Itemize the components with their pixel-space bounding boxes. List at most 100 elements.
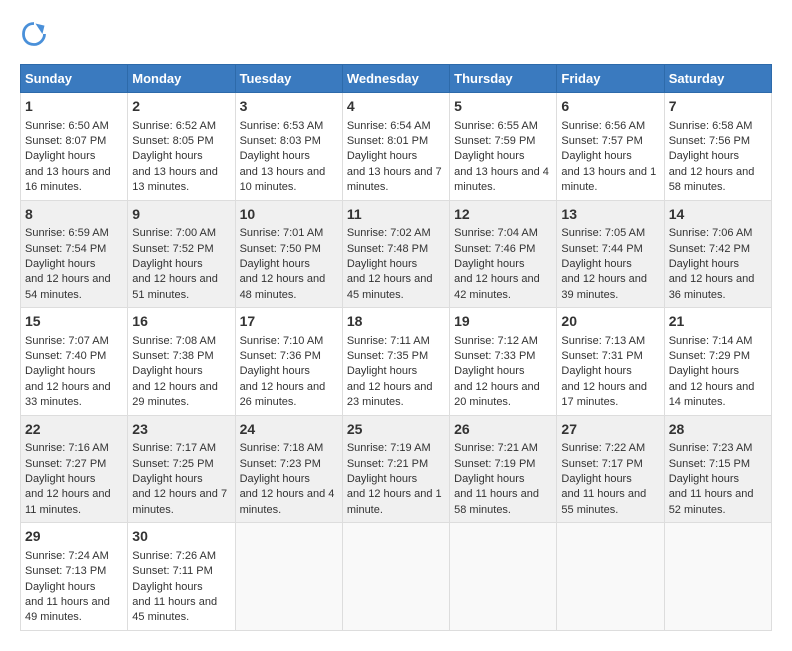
cell-text: Sunrise: 7:23 AMSunset: 7:15 PMDaylight …: [669, 442, 754, 516]
col-tuesday: Tuesday: [235, 65, 342, 93]
day-number: 14: [669, 205, 767, 225]
day-number: 2: [132, 97, 230, 117]
day-number: 30: [132, 527, 230, 547]
calendar-cell: 27Sunrise: 7:22 AMSunset: 7:17 PMDayligh…: [557, 415, 664, 523]
day-number: 13: [561, 205, 659, 225]
cell-text: Sunrise: 6:53 AMSunset: 8:03 PMDaylight …: [240, 120, 326, 194]
calendar-cell: 17 Sunrise: 7:10 AMSunset: 7:36 PMDayligh…: [235, 308, 342, 416]
calendar-row: 8Sunrise: 6:59 AMSunset: 7:54 PMDaylight…: [21, 200, 772, 308]
cell-text: Sunrise: 7:26 AMSunset: 7:11 PMDaylight …: [132, 550, 217, 624]
calendar-cell: 24Sunrise: 7:18 AMSunset: 7:23 PMDayligh…: [235, 415, 342, 523]
day-number: 26: [454, 420, 552, 440]
calendar-cell: 11Sunrise: 7:02 AMSunset: 7:48 PMDayligh…: [342, 200, 449, 308]
day-number: 3: [240, 97, 338, 117]
cell-text: Sunrise: 6:59 AMSunset: 7:54 PMDaylight …: [25, 227, 111, 301]
day-number: 22: [25, 420, 123, 440]
cell-text: Sunrise: 7:06 AMSunset: 7:42 PMDaylight …: [669, 227, 755, 301]
calendar-table: Sunday Monday Tuesday Wednesday Thursday…: [20, 64, 772, 631]
page-header: [20, 20, 772, 48]
calendar-cell: 10Sunrise: 7:01 AMSunset: 7:50 PMDayligh…: [235, 200, 342, 308]
calendar-cell: 26Sunrise: 7:21 AMSunset: 7:19 PMDayligh…: [450, 415, 557, 523]
cell-text: Sunrise: 7:16 AMSunset: 7:27 PMDaylight …: [25, 442, 111, 516]
day-number: 25: [347, 420, 445, 440]
calendar-cell: 12Sunrise: 7:04 AMSunset: 7:46 PMDayligh…: [450, 200, 557, 308]
cell-text: Sunrise: 7:19 AMSunset: 7:21 PMDaylight …: [347, 442, 442, 516]
calendar-cell: 20 Sunrise: 7:13 AMSunset: 7:31 PMDayligh…: [557, 308, 664, 416]
calendar-cell: 5Sunrise: 6:55 AMSunset: 7:59 PMDaylight…: [450, 93, 557, 201]
calendar-cell: 18 Sunrise: 7:11 AMSunset: 7:35 PMDayligh…: [342, 308, 449, 416]
calendar-row: 15Sunrise: 7:07 AMSunset: 7:40 PMDayligh…: [21, 308, 772, 416]
cell-text: Sunrise: 7:13 AMSunset: 7:31 PMDaylight …: [561, 335, 647, 409]
cell-text: Sunrise: 7:22 AMSunset: 7:17 PMDaylight …: [561, 442, 646, 516]
logo-icon: [20, 20, 48, 48]
cell-text: Sunrise: 7:21 AMSunset: 7:19 PMDaylight …: [454, 442, 539, 516]
day-number: 11: [347, 205, 445, 225]
calendar-row: 29Sunrise: 7:24 AMSunset: 7:13 PMDayligh…: [21, 523, 772, 631]
cell-text: Sunrise: 7:00 AMSunset: 7:52 PMDaylight …: [132, 227, 218, 301]
day-number: 16: [132, 312, 230, 332]
calendar-cell: 13Sunrise: 7:05 AMSunset: 7:44 PMDayligh…: [557, 200, 664, 308]
calendar-row: 22Sunrise: 7:16 AMSunset: 7:27 PMDayligh…: [21, 415, 772, 523]
day-number: 21: [669, 312, 767, 332]
cell-text: Sunrise: 6:56 AMSunset: 7:57 PMDaylight …: [561, 120, 656, 194]
day-number: 19: [454, 312, 552, 332]
logo: [20, 20, 54, 48]
cell-text: Sunrise: 6:54 AMSunset: 8:01 PMDaylight …: [347, 120, 442, 194]
day-number: 17: [240, 312, 338, 332]
col-wednesday: Wednesday: [342, 65, 449, 93]
calendar-cell: 4 Sunrise: 6:54 AMSunset: 8:01 PMDaylight…: [342, 93, 449, 201]
calendar-cell: 7 Sunrise: 6:58 AMSunset: 7:56 PMDaylight…: [664, 93, 771, 201]
calendar-cell: 8Sunrise: 6:59 AMSunset: 7:54 PMDaylight…: [21, 200, 128, 308]
cell-text: Sunrise: 7:17 AMSunset: 7:25 PMDaylight …: [132, 442, 227, 516]
calendar-cell: 25Sunrise: 7:19 AMSunset: 7:21 PMDayligh…: [342, 415, 449, 523]
day-number: 6: [561, 97, 659, 117]
cell-text: Sunrise: 7:18 AMSunset: 7:23 PMDaylight …: [240, 442, 335, 516]
calendar-cell: [235, 523, 342, 631]
calendar-cell: 28Sunrise: 7:23 AMSunset: 7:15 PMDayligh…: [664, 415, 771, 523]
cell-text: Sunrise: 7:12 AMSunset: 7:33 PMDaylight …: [454, 335, 540, 409]
calendar-cell: [450, 523, 557, 631]
cell-text: Sunrise: 6:55 AMSunset: 7:59 PMDaylight …: [454, 120, 549, 194]
calendar-cell: 16 Sunrise: 7:08 AMSunset: 7:38 PMDayligh…: [128, 308, 235, 416]
cell-text: Sunrise: 6:50 AMSunset: 8:07 PMDaylight …: [25, 120, 111, 194]
calendar-cell: 15Sunrise: 7:07 AMSunset: 7:40 PMDayligh…: [21, 308, 128, 416]
col-saturday: Saturday: [664, 65, 771, 93]
calendar-cell: 14Sunrise: 7:06 AMSunset: 7:42 PMDayligh…: [664, 200, 771, 308]
calendar-cell: [342, 523, 449, 631]
cell-text: Sunrise: 6:52 AMSunset: 8:05 PMDaylight …: [132, 120, 218, 194]
day-number: 7: [669, 97, 767, 117]
day-number: 9: [132, 205, 230, 225]
col-sunday: Sunday: [21, 65, 128, 93]
calendar-header-row: Sunday Monday Tuesday Wednesday Thursday…: [21, 65, 772, 93]
cell-text: Sunrise: 7:02 AMSunset: 7:48 PMDaylight …: [347, 227, 433, 301]
calendar-cell: 3 Sunrise: 6:53 AMSunset: 8:03 PMDaylight…: [235, 93, 342, 201]
day-number: 29: [25, 527, 123, 547]
calendar-row: 1Sunrise: 6:50 AMSunset: 8:07 PMDaylight…: [21, 93, 772, 201]
col-monday: Monday: [128, 65, 235, 93]
calendar-cell: [557, 523, 664, 631]
cell-text: Sunrise: 6:58 AMSunset: 7:56 PMDaylight …: [669, 120, 755, 194]
cell-text: Sunrise: 7:01 AMSunset: 7:50 PMDaylight …: [240, 227, 326, 301]
calendar-cell: [664, 523, 771, 631]
day-number: 18: [347, 312, 445, 332]
day-number: 12: [454, 205, 552, 225]
cell-text: Sunrise: 7:11 AMSunset: 7:35 PMDaylight …: [347, 335, 433, 409]
day-number: 15: [25, 312, 123, 332]
calendar-cell: 1Sunrise: 6:50 AMSunset: 8:07 PMDaylight…: [21, 93, 128, 201]
calendar-cell: 29Sunrise: 7:24 AMSunset: 7:13 PMDayligh…: [21, 523, 128, 631]
calendar-cell: 9Sunrise: 7:00 AMSunset: 7:52 PMDaylight…: [128, 200, 235, 308]
cell-text: Sunrise: 7:04 AMSunset: 7:46 PMDaylight …: [454, 227, 540, 301]
calendar-cell: 22Sunrise: 7:16 AMSunset: 7:27 PMDayligh…: [21, 415, 128, 523]
cell-text: Sunrise: 7:14 AMSunset: 7:29 PMDaylight …: [669, 335, 755, 409]
col-friday: Friday: [557, 65, 664, 93]
day-number: 24: [240, 420, 338, 440]
day-number: 4: [347, 97, 445, 117]
calendar-cell: 23Sunrise: 7:17 AMSunset: 7:25 PMDayligh…: [128, 415, 235, 523]
calendar-cell: 30 Sunrise: 7:26 AMSunset: 7:11 PMDayligh…: [128, 523, 235, 631]
day-number: 8: [25, 205, 123, 225]
day-number: 28: [669, 420, 767, 440]
cell-text: Sunrise: 7:08 AMSunset: 7:38 PMDaylight …: [132, 335, 218, 409]
day-number: 20: [561, 312, 659, 332]
cell-text: Sunrise: 7:10 AMSunset: 7:36 PMDaylight …: [240, 335, 326, 409]
calendar-cell: 21 Sunrise: 7:14 AMSunset: 7:29 PMDayligh…: [664, 308, 771, 416]
